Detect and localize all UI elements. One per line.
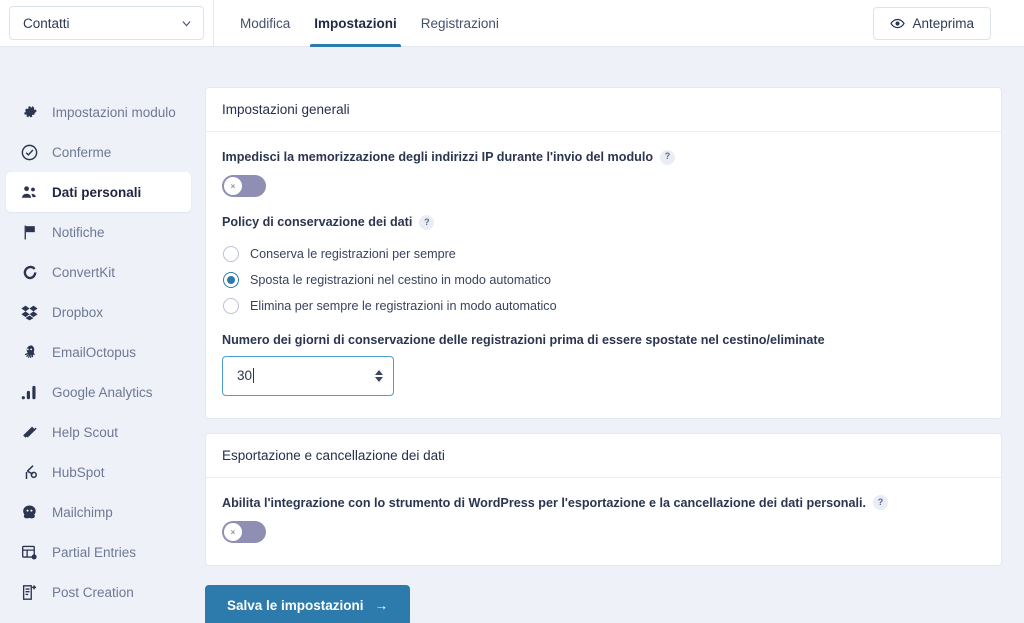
data-export-card: Esportazione e cancellazione dei dati Ab… — [205, 432, 1002, 567]
retention-radio-group: Conserva le registrazioni per sempre Spo… — [223, 241, 985, 319]
ip-toggle-label: Impedisci la memorizzazione degli indiri… — [222, 150, 654, 164]
sidebar-item-conferme[interactable]: Conferme — [0, 132, 199, 172]
general-settings-title: Impostazioni generali — [206, 88, 1001, 132]
tab-registrazioni[interactable]: Registrazioni — [409, 0, 511, 47]
preview-button[interactable]: Anteprima — [873, 6, 991, 40]
convertkit-icon — [20, 263, 39, 282]
retention-option-delete-forever[interactable]: Elimina per sempre le registrazioni in m… — [223, 293, 985, 319]
users-icon — [20, 183, 39, 202]
chevron-down-icon — [180, 17, 193, 30]
general-settings-card: Impostazioni generali Impedisci la memor… — [205, 87, 1002, 419]
check-circle-icon — [20, 143, 39, 162]
topbar: Contatti Modifica Impostazioni Registraz… — [0, 0, 1024, 47]
mailchimp-icon — [20, 503, 39, 522]
text-caret — [253, 368, 255, 384]
post-creation-icon — [20, 583, 39, 602]
stepper-down-icon[interactable] — [375, 376, 383, 382]
main-content: Impostazioni generali Impedisci la memor… — [199, 47, 1024, 623]
days-input[interactable]: 30 — [222, 355, 394, 396]
sidebar-item-impostazioni-modulo[interactable]: Impostazioni modulo — [0, 92, 199, 132]
retention-option-label: Elimina per sempre le registrazioni in m… — [250, 298, 557, 313]
arrow-right-icon: → — [374, 598, 389, 614]
days-input-value: 30 — [237, 368, 253, 384]
sidebar-item-help-scout[interactable]: Help Scout — [0, 412, 199, 452]
days-label: Numero dei giorni di conservazione delle… — [222, 332, 825, 347]
sidebar-item-label: Conferme — [52, 144, 112, 160]
tab-modifica[interactable]: Modifica — [228, 0, 302, 47]
data-export-body: Abilita l'integrazione con lo strumento … — [206, 478, 1001, 565]
retention-option-label: Sposta le registrazioni nel cestino in m… — [250, 272, 552, 287]
wp-toggle-label-row: Abilita l'integrazione con lo strumento … — [222, 495, 985, 511]
retention-option-keep-forever[interactable]: Conserva le registrazioni per sempre — [223, 241, 985, 267]
octopus-icon — [20, 343, 39, 362]
toggle-knob: × — [224, 177, 242, 196]
sidebar-item-label: Google Analytics — [52, 384, 153, 400]
sidebar-item-mailchimp[interactable]: Mailchimp — [0, 492, 199, 532]
tab-bar: Modifica Impostazioni Registrazioni — [228, 0, 511, 47]
sidebar-item-dati-personali[interactable]: Dati personali — [6, 172, 191, 212]
sidebar-item-label: Impostazioni modulo — [52, 104, 176, 120]
radio-button[interactable] — [223, 297, 239, 314]
form-selector[interactable]: Contatti — [9, 6, 204, 40]
wordpress-integration-toggle[interactable]: × — [222, 521, 266, 544]
retention-option-move-to-trash[interactable]: Sposta le registrazioni nel cestino in m… — [223, 267, 985, 293]
topbar-actions: Anteprima — [873, 6, 991, 40]
sidebar-item-label: Dropbox — [52, 304, 104, 320]
stepper-up-icon[interactable] — [375, 369, 383, 375]
retention-help-icon[interactable]: ? — [419, 215, 435, 231]
dropbox-icon — [20, 303, 39, 322]
days-stepper[interactable] — [375, 369, 383, 382]
toggle-knob: × — [224, 523, 242, 542]
sidebar-item-dropbox[interactable]: Dropbox — [0, 292, 199, 332]
gear-icon — [20, 103, 39, 122]
tab-impostazioni[interactable]: Impostazioni — [302, 0, 409, 47]
sidebar-item-google-analytics[interactable]: Google Analytics — [0, 372, 199, 412]
retention-label-row: Policy di conservazione dei dati ? — [222, 214, 985, 231]
sidebar-item-label: Dati personali — [52, 184, 142, 200]
sidebar-item-notifiche[interactable]: Notifiche — [0, 212, 199, 252]
radio-button[interactable] — [223, 271, 239, 288]
form-selector-value: Contatti — [23, 15, 70, 31]
retention-option-label: Conserva le registrazioni per sempre — [250, 246, 456, 261]
sidebar-item-label: Post Creation — [52, 584, 134, 600]
flag-icon — [20, 223, 39, 242]
sidebar-item-label: Partial Entries — [52, 544, 137, 560]
ip-toggle-help-icon[interactable]: ? — [660, 149, 676, 165]
wp-toggle-help-icon[interactable]: ? — [873, 495, 888, 511]
hubspot-icon — [20, 463, 39, 482]
sidebar-item-label: HubSpot — [52, 464, 105, 480]
preview-button-label: Anteprima — [912, 15, 974, 31]
bar-chart-icon — [20, 383, 39, 402]
retention-label: Policy di conservazione dei dati — [222, 215, 413, 230]
eye-icon — [890, 16, 906, 31]
ip-storage-toggle[interactable]: × — [222, 175, 266, 198]
topbar-divider — [213, 0, 214, 47]
sidebar-item-hubspot[interactable]: HubSpot — [0, 452, 199, 492]
sidebar-item-label: ConvertKit — [52, 264, 116, 280]
sidebar-item-label: Help Scout — [52, 424, 119, 440]
sidebar-item-convertkit[interactable]: ConvertKit — [0, 252, 199, 292]
sidebar-item-post-creation[interactable]: Post Creation — [0, 572, 199, 612]
data-export-title: Esportazione e cancellazione dei dati — [206, 434, 1001, 478]
save-settings-button[interactable]: Salva le impostazioni → — [205, 585, 411, 623]
sidebar-item-label: Mailchimp — [52, 504, 113, 520]
partial-entries-icon — [20, 543, 39, 562]
sidebar-item-label: EmailOctopus — [52, 344, 137, 360]
sidebar: Impostazioni modulo Conferme Dati person… — [0, 47, 199, 623]
sidebar-item-label: Notifiche — [52, 224, 105, 240]
ip-toggle-label-row: Impedisci la memorizzazione degli indiri… — [222, 149, 985, 165]
helpscout-icon — [20, 423, 39, 442]
save-settings-label: Salva le impostazioni — [227, 598, 364, 614]
sidebar-item-emailoctopus[interactable]: EmailOctopus — [0, 332, 199, 372]
sidebar-item-partial-entries[interactable]: Partial Entries — [0, 532, 199, 572]
general-settings-body: Impedisci la memorizzazione degli indiri… — [206, 132, 1001, 418]
radio-button[interactable] — [223, 245, 239, 262]
wp-toggle-label: Abilita l'integrazione con lo strumento … — [222, 495, 866, 510]
